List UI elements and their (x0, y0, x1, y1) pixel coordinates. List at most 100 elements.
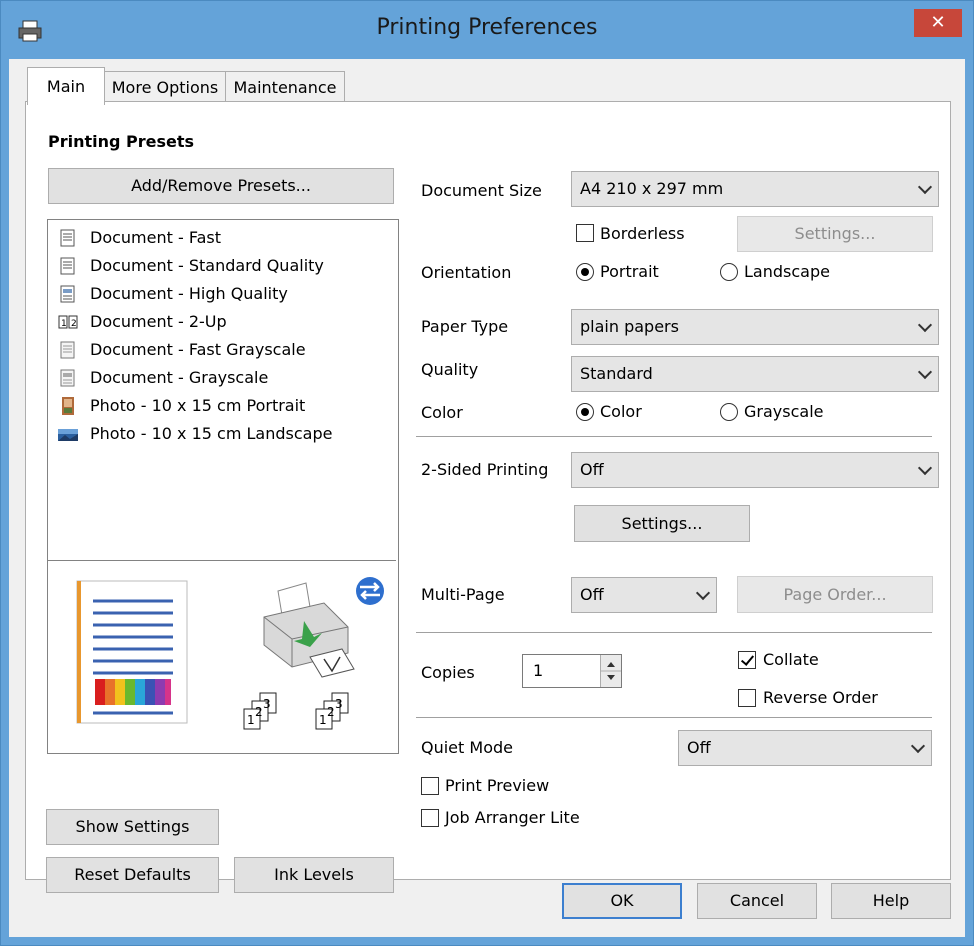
tab-more-options[interactable]: More Options (104, 71, 226, 103)
copy-number: 2 (327, 705, 335, 719)
multi-page-dropdown[interactable]: Off (571, 577, 717, 613)
quiet-mode-dropdown[interactable]: Off (678, 730, 932, 766)
tab-maintenance[interactable]: Maintenance (225, 71, 345, 103)
chevron-down-icon (695, 585, 711, 601)
color-option-label: Color (600, 402, 642, 421)
spin-arrows-icon (601, 662, 621, 680)
quiet-mode-value: Off (687, 738, 711, 757)
grayscale-radio[interactable] (720, 403, 738, 421)
photo-landscape-icon (58, 429, 78, 441)
borderless-settings-button[interactable]: Settings... (737, 216, 933, 252)
reset-defaults-button[interactable]: Reset Defaults (46, 857, 219, 893)
ink-levels-button[interactable]: Ink Levels (234, 857, 394, 893)
document-size-dropdown[interactable]: A4 210 x 297 mm (571, 171, 939, 207)
chevron-down-icon (910, 738, 926, 754)
two-sided-printing-label: 2-Sided Printing (421, 460, 549, 479)
portrait-label: Portrait (600, 262, 659, 281)
quality-value: Standard (580, 364, 653, 383)
print-preview-area: 3 2 1 3 2 1 (48, 560, 396, 753)
main-tab-panel: Printing Presets Add/Remove Presets... D… (25, 101, 951, 893)
quality-dropdown[interactable]: Standard (571, 356, 939, 392)
photo-portrait-icon (62, 397, 74, 415)
paper-type-label: Paper Type (421, 317, 509, 336)
preset-label: Document - Grayscale (90, 368, 269, 387)
grayscale-document-icon (60, 341, 75, 359)
close-button[interactable]: ✕ (914, 9, 962, 37)
borderless-checkbox[interactable] (576, 224, 594, 242)
two-sided-printing-dropdown[interactable]: Off (571, 452, 939, 488)
window-title: Printing Preferences (376, 15, 598, 40)
collate-checkbox[interactable] (738, 651, 756, 669)
quiet-mode-label: Quiet Mode (421, 738, 513, 757)
grayscale-document-icon (60, 369, 75, 387)
chevron-down-icon (917, 460, 933, 476)
refresh-icon (356, 577, 384, 605)
printer-illustration-icon (263, 582, 355, 678)
document-icon (60, 257, 75, 275)
preset-label: Document - Standard Quality (90, 256, 324, 275)
chevron-down-icon (917, 364, 933, 380)
multi-page-value: Off (580, 585, 604, 604)
printing-preferences-window: Printing Preferences ✕ Main More Options… (0, 0, 974, 946)
ok-button[interactable]: OK (562, 883, 682, 919)
copy-number: 1 (247, 713, 255, 727)
print-preview-checkbox[interactable] (421, 777, 439, 795)
document-high-quality-icon (60, 285, 75, 303)
reverse-copies-icon: 3 2 1 (315, 692, 349, 730)
color-radio[interactable] (576, 403, 594, 421)
copies-value: 1 (533, 661, 544, 680)
preset-label: Document - Fast Grayscale (90, 340, 306, 359)
landscape-label: Landscape (744, 262, 830, 281)
job-arranger-lite-checkbox[interactable] (421, 809, 439, 827)
preset-label: Document - High Quality (90, 284, 288, 303)
collated-copies-icon: 3 2 1 (243, 692, 277, 730)
preset-label: Document - Fast (90, 228, 221, 247)
document-size-label: Document Size (421, 181, 542, 200)
page-order-button[interactable]: Page Order... (737, 576, 933, 613)
tab-main[interactable]: Main (27, 67, 105, 105)
paper-type-dropdown[interactable]: plain papers (571, 309, 939, 345)
copies-stepper[interactable]: 1 (522, 654, 622, 688)
section-divider (416, 717, 932, 718)
collate-label: Collate (763, 650, 819, 669)
job-arranger-lite-label: Job Arranger Lite (445, 808, 580, 827)
paper-type-value: plain papers (580, 317, 679, 336)
chevron-down-icon (917, 317, 933, 333)
svg-text:1: 1 (61, 319, 67, 329)
title-bar: Printing Preferences ✕ (1, 1, 973, 59)
section-divider (416, 436, 932, 437)
color-label: Color (421, 403, 463, 422)
copy-number: 3 (263, 697, 271, 711)
show-settings-button[interactable]: Show Settings (46, 809, 219, 845)
preset-label: Photo - 10 x 15 cm Portrait (90, 396, 306, 415)
add-remove-presets-button[interactable]: Add/Remove Presets... (48, 168, 394, 204)
portrait-radio[interactable] (576, 263, 594, 281)
orientation-label: Orientation (421, 263, 512, 282)
copy-number: 3 (335, 697, 343, 711)
page-preview-graphic: 3 2 1 3 2 1 (76, 577, 384, 730)
two-sided-settings-button[interactable]: Settings... (574, 505, 750, 542)
printing-presets-heading: Printing Presets (48, 132, 195, 151)
svg-text:2: 2 (71, 319, 77, 329)
document-size-value: A4 210 x 297 mm (580, 179, 724, 198)
borderless-label: Borderless (600, 224, 685, 243)
reverse-order-label: Reverse Order (763, 688, 878, 707)
preset-label: Photo - 10 x 15 cm Landscape (90, 424, 333, 443)
print-preview-label: Print Preview (445, 776, 550, 795)
document-icon (60, 229, 75, 247)
dialog-client-area: Main More Options Maintenance Printing P… (9, 59, 965, 937)
copies-spin-buttons[interactable] (600, 655, 621, 687)
copy-number: 2 (255, 705, 263, 719)
chevron-down-icon (917, 179, 933, 195)
quality-label: Quality (421, 360, 479, 379)
landscape-radio[interactable] (720, 263, 738, 281)
two-up-icon: 12 (58, 315, 78, 329)
cancel-button[interactable]: Cancel (697, 883, 817, 919)
grayscale-label: Grayscale (744, 402, 824, 421)
help-button[interactable]: Help (831, 883, 951, 919)
copies-label: Copies (421, 663, 475, 682)
reverse-order-checkbox[interactable] (738, 689, 756, 707)
two-sided-printing-value: Off (580, 460, 604, 479)
presets-list[interactable]: Document - Fast Document - Standard Qual… (47, 219, 399, 754)
section-divider (416, 632, 932, 633)
